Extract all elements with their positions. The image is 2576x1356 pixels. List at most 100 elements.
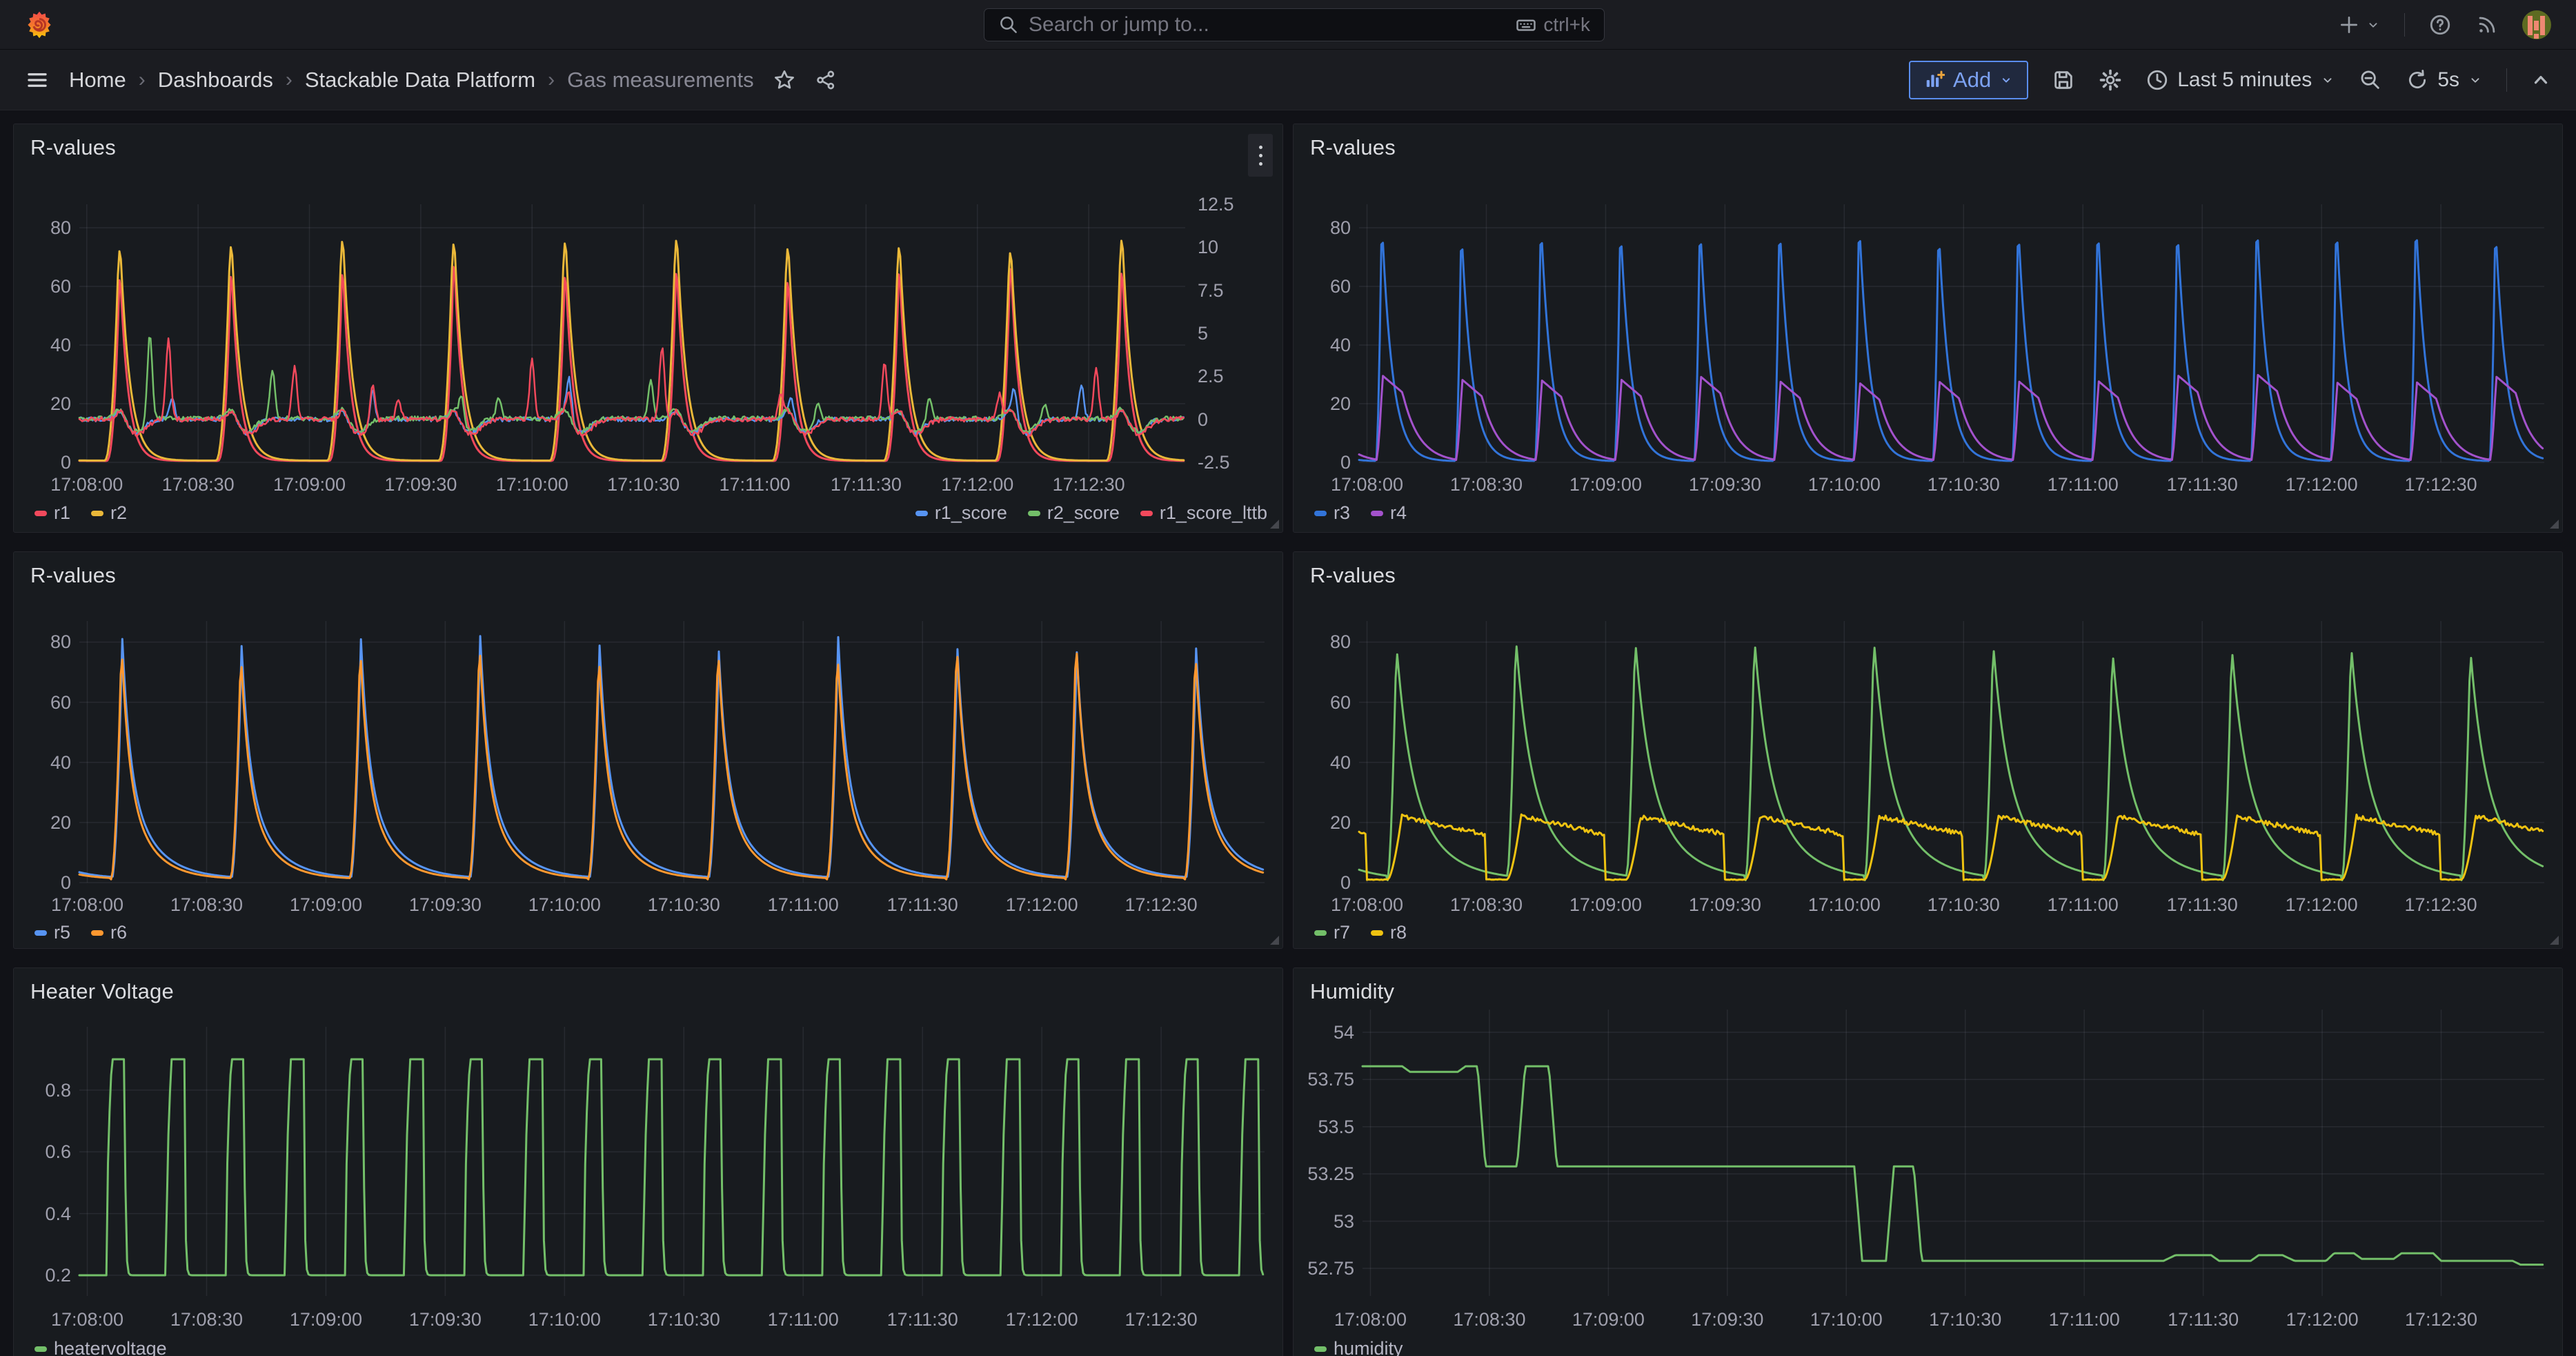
- legend-item-r8[interactable]: r8: [1371, 922, 1407, 943]
- panel-title: R-values: [1310, 135, 1396, 160]
- chart-canvas: [1294, 124, 2562, 532]
- x-axis-tick-label: 17:09:30: [359, 473, 483, 495]
- legend-item-r1_score[interactable]: r1_score: [915, 502, 1007, 524]
- y-axis-right-tick-label: -2.5: [1198, 451, 1274, 473]
- chart-canvas: [1294, 552, 2562, 948]
- x-axis-tick-label: 17:11:00: [2021, 894, 2145, 916]
- legend-swatch: [1028, 511, 1040, 516]
- y-axis-right-tick-label: 2.5: [1198, 365, 1274, 387]
- breadcrumb-dashboards[interactable]: Dashboards: [158, 68, 273, 92]
- y-axis-tick-label: 20: [1293, 812, 1351, 834]
- series-r6: [79, 654, 1263, 879]
- grafana-logo-icon[interactable]: [25, 10, 54, 39]
- breadcrumb-folder[interactable]: Stackable Data Platform: [305, 68, 535, 92]
- x-axis-tick-label: 17:10:00: [1782, 894, 1906, 916]
- x-axis-tick-label: 17:10:00: [502, 1308, 626, 1330]
- legend-label: r5: [54, 922, 70, 943]
- breadcrumb-home[interactable]: Home: [69, 68, 126, 92]
- breadcrumb-separator: ›: [139, 68, 146, 92]
- chart-legend: heatervoltage: [34, 1338, 167, 1356]
- legend-item-r2[interactable]: r2: [91, 502, 127, 524]
- timeseries-chart[interactable]: 80604020012.5107.552.50-2.517:08:0017:08…: [14, 124, 1282, 532]
- y-axis-tick-label: 60: [1293, 275, 1351, 297]
- x-axis-tick-label: 17:12:00: [2259, 473, 2384, 495]
- y-axis-tick-label: 53.75: [1293, 1068, 1354, 1090]
- breadcrumb-separator: ›: [286, 68, 293, 92]
- help-icon: [2428, 13, 2452, 37]
- add-button[interactable]: Add: [1909, 61, 2028, 99]
- x-axis-tick-label: 17:10:30: [622, 1308, 746, 1330]
- panel-menu-button[interactable]: [1248, 134, 1273, 177]
- x-axis-tick-label: 17:08:30: [1424, 894, 1548, 916]
- x-axis-tick-label: 17:09:00: [1543, 473, 1667, 495]
- legend-item-r1[interactable]: r1: [34, 502, 70, 524]
- timeseries-chart[interactable]: 5453.7553.553.255352.7517:08:0017:08:301…: [1294, 968, 2562, 1356]
- time-range-picker[interactable]: Last 5 minutes: [2146, 68, 2335, 92]
- y-axis-tick-label: 40: [13, 751, 71, 774]
- legend-label: r1_score_lttb: [1160, 502, 1267, 524]
- search-input[interactable]: Search or jump to... ctrl+k: [984, 8, 1605, 41]
- x-axis-tick-label: 17:10:30: [582, 473, 706, 495]
- legend-item-r3[interactable]: r3: [1314, 502, 1350, 524]
- legend-label: r1_score: [935, 502, 1007, 524]
- legend-swatch: [34, 1346, 47, 1352]
- breadcrumb-separator: ›: [548, 68, 555, 92]
- legend-item-heatervoltage[interactable]: heatervoltage: [34, 1338, 167, 1356]
- timeseries-chart[interactable]: 80604020017:08:0017:08:3017:09:0017:09:3…: [1294, 124, 2562, 532]
- x-axis-tick-label: 17:11:30: [2140, 473, 2264, 495]
- breadcrumb: Home › Dashboards › Stackable Data Platfor…: [69, 68, 754, 92]
- chevron-down-icon: [2320, 72, 2335, 88]
- chart-legend: humidity: [1314, 1338, 1403, 1356]
- legend-swatch: [1314, 930, 1327, 936]
- y-axis-tick-label: 54: [1293, 1021, 1354, 1043]
- legend-item-r4[interactable]: r4: [1371, 502, 1407, 524]
- timeseries-chart[interactable]: 80604020017:08:0017:08:3017:09:0017:09:3…: [1294, 552, 2562, 948]
- top-nav: Search or jump to... ctrl+k: [0, 0, 2576, 50]
- x-axis-tick-label: 17:11:30: [860, 1308, 984, 1330]
- rss-icon: [2475, 13, 2499, 37]
- chevron-down-icon: [2468, 72, 2483, 88]
- menu-icon[interactable]: [25, 68, 50, 92]
- refresh-button[interactable]: 5s: [2406, 68, 2483, 92]
- panel-r-values-4: R-values 80604020017:08:0017:08:3017:09:…: [1293, 551, 2563, 949]
- y-axis-tick-label: 0.2: [13, 1264, 71, 1286]
- series-r8: [1359, 814, 2543, 880]
- chart-legend: r3 r4: [1314, 502, 1407, 524]
- legend-swatch: [1140, 511, 1153, 516]
- collapse-toolbar-button[interactable]: [2530, 70, 2551, 90]
- x-axis-tick-label: 17:12:00: [2260, 1308, 2384, 1330]
- series-humidity: [1363, 1066, 2543, 1265]
- x-axis-tick-label: 17:11:00: [741, 894, 865, 916]
- y-axis-tick-label: 80: [1293, 217, 1351, 239]
- legend-item-r5[interactable]: r5: [34, 922, 70, 943]
- save-dashboard-button[interactable]: [2052, 68, 2075, 92]
- timeseries-chart[interactable]: 80604020017:08:0017:08:3017:09:0017:09:3…: [14, 552, 1282, 948]
- dashboard-settings-button[interactable]: [2099, 68, 2122, 92]
- x-axis-tick-label: 17:09:00: [1543, 894, 1667, 916]
- y-axis-tick-label: 80: [13, 217, 71, 239]
- x-axis-tick-label: 17:09:30: [1663, 894, 1787, 916]
- x-axis-tick-label: 17:08:30: [1424, 473, 1548, 495]
- legend-item-r7[interactable]: r7: [1314, 922, 1350, 943]
- y-axis-right-tick-label: 0: [1198, 409, 1274, 431]
- share-icon[interactable]: [815, 69, 837, 91]
- new-menu-button[interactable]: [2338, 14, 2381, 36]
- panel-title: R-values: [30, 135, 116, 160]
- legend-item-r2_score[interactable]: r2_score: [1028, 502, 1120, 524]
- help-button[interactable]: [2428, 13, 2452, 37]
- timeseries-chart[interactable]: 0.80.60.40.217:08:0017:08:3017:09:0017:0…: [14, 968, 1282, 1356]
- legend-item-r1_score_lttb[interactable]: r1_score_lttb: [1140, 502, 1267, 524]
- x-axis-tick-label: 17:10:00: [1784, 1308, 1908, 1330]
- legend-label: r7: [1334, 922, 1350, 943]
- zoom-out-button[interactable]: [2359, 68, 2382, 92]
- x-axis-tick-label: 17:11:30: [2141, 1308, 2266, 1330]
- legend-item-r6[interactable]: r6: [91, 922, 127, 943]
- y-axis-tick-label: 0: [1293, 451, 1351, 473]
- legend-swatch: [915, 511, 928, 516]
- x-axis-tick-label: 17:08:00: [25, 473, 149, 495]
- news-button[interactable]: [2475, 13, 2499, 37]
- user-avatar[interactable]: [2522, 10, 2551, 39]
- star-icon[interactable]: [773, 69, 795, 91]
- breadcrumb-current: Gas measurements: [567, 68, 754, 92]
- legend-item-humidity[interactable]: humidity: [1314, 1338, 1403, 1356]
